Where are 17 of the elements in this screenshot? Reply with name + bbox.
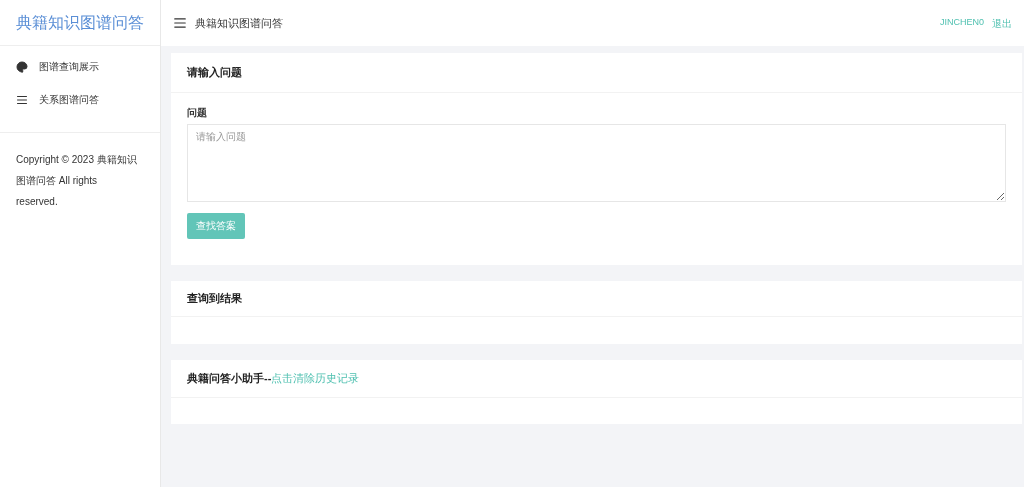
card-title: 查询到结果 (187, 290, 242, 306)
logout-link[interactable]: 退出 (992, 15, 1012, 31)
app-logo: 典籍知识图谱问答 (16, 12, 144, 33)
sidebar-item[interactable]: 图谱查询展示 (0, 50, 160, 83)
palette-icon (16, 60, 28, 73)
copyright-text: Copyright © 2023 典籍知识图谱问答 All rights reserved. (15, 153, 138, 209)
card-title: 典籍问答小助手-- (187, 370, 272, 386)
list-icon (16, 93, 28, 106)
clear-history-link[interactable]: 点击清除历史记录 (271, 369, 360, 387)
user-link[interactable]: JINCHEN0 (940, 16, 984, 30)
sidebar-item[interactable]: 关系图谱问答 (0, 83, 160, 116)
field-label: 问题 (187, 106, 208, 120)
page-title: 典籍知识图谱问答 (195, 15, 283, 31)
search-answer-button[interactable]: 查找答案 (187, 212, 245, 239)
menu-icon[interactable] (173, 16, 187, 30)
question-field[interactable]: 请输入问题 (187, 124, 1006, 202)
card-title: 请输入问题 (187, 65, 242, 81)
